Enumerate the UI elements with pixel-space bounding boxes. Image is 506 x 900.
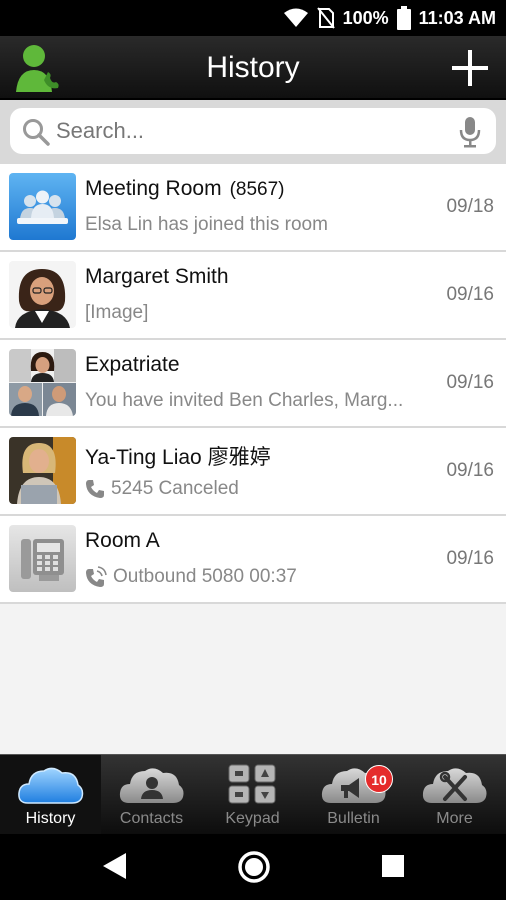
outbound-call-icon — [86, 566, 107, 587]
group-avatar — [9, 349, 76, 416]
history-item-name: Expatriate — [85, 353, 180, 376]
bottom-tab-bar: History Contacts Keypad 10 Bulletin More — [0, 754, 506, 835]
history-item-meeting-room[interactable]: Meeting Room (8567) Elsa Lin has joined t… — [0, 164, 506, 252]
recents-icon[interactable] — [382, 855, 404, 877]
tab-label: Bulletin — [327, 810, 380, 827]
add-icon[interactable] — [452, 50, 488, 86]
status-bar: 100% 11:03 AM — [0, 0, 506, 36]
history-item-expatriate[interactable]: Expatriate You have invited Ben Charles,… — [0, 340, 506, 428]
status-icons: 100% 11:03 AM — [283, 0, 496, 36]
history-item-name: Room A — [85, 529, 160, 552]
desk-phone-icon — [9, 525, 76, 592]
history-item-extension: (8567) — [229, 179, 285, 200]
battery-percent: 100% — [342, 7, 389, 28]
search-icon — [23, 119, 50, 146]
bulletin-badge: 10 — [365, 765, 393, 793]
contacts-cloud-icon — [119, 768, 183, 803]
history-list: Meeting Room (8567) Elsa Lin has joined t… — [0, 164, 506, 754]
battery-icon — [396, 6, 411, 30]
tab-label: More — [436, 810, 473, 827]
history-item-date: 09/16 — [446, 284, 494, 305]
wifi-icon — [283, 8, 308, 27]
tab-history[interactable]: History — [0, 755, 101, 835]
tab-label: Contacts — [119, 810, 184, 827]
tab-label: Keypad — [225, 810, 280, 827]
history-item-date: 09/18 — [446, 196, 494, 217]
history-item-ya-ting-liao[interactable]: Ya-Ting Liao 廖雅婷 5245 Canceled 09/16 — [0, 428, 506, 516]
history-cloud-icon — [17, 767, 83, 804]
history-item-name: Margaret Smith — [85, 265, 229, 288]
page-title: History — [206, 51, 300, 84]
meeting-room-icon — [9, 173, 76, 240]
history-item-date: 09/16 — [446, 372, 494, 393]
history-item-subtitle: Elsa Lin has joined this room — [85, 214, 328, 235]
tab-label: History — [25, 810, 76, 827]
history-item-margaret-smith[interactable]: Margaret Smith [Image] 09/16 — [0, 252, 506, 340]
tab-more[interactable]: More — [404, 755, 505, 835]
person-avatar — [9, 437, 76, 504]
tab-bulletin[interactable]: 10 Bulletin — [303, 755, 404, 835]
history-item-name: Ya-Ting Liao 廖雅婷 — [85, 446, 271, 469]
history-item-subtitle: 5245 Canceled — [85, 478, 239, 500]
history-item-subtitle: Outbound 5080 00:37 — [85, 566, 297, 588]
history-item-date: 09/16 — [446, 548, 494, 569]
microphone-icon[interactable] — [458, 116, 482, 148]
keypad-icon — [228, 764, 275, 804]
history-item-name: Meeting Room (8567) — [85, 177, 285, 200]
back-icon[interactable] — [100, 851, 128, 881]
system-nav-bar — [0, 834, 506, 900]
search-bar — [0, 100, 506, 164]
app-header: History — [0, 36, 506, 100]
clock: 11:03 AM — [418, 7, 496, 28]
history-item-subtitle: [Image] — [85, 302, 149, 323]
person-avatar — [9, 261, 76, 328]
search-input[interactable] — [56, 114, 436, 148]
history-item-room-a[interactable]: Room A Outbound 5080 00:37 09/16 — [0, 516, 506, 604]
history-item-subtitle: You have invited Ben Charles, Marg... — [85, 390, 404, 411]
search-box[interactable] — [10, 108, 496, 154]
phone-icon — [86, 480, 104, 498]
no-sim-icon — [316, 7, 335, 29]
tab-keypad[interactable]: Keypad — [202, 755, 303, 835]
tools-cloud-icon — [422, 768, 486, 803]
tab-contacts[interactable]: Contacts — [101, 755, 202, 835]
history-item-date: 09/16 — [446, 460, 494, 481]
home-icon[interactable] — [237, 850, 271, 884]
